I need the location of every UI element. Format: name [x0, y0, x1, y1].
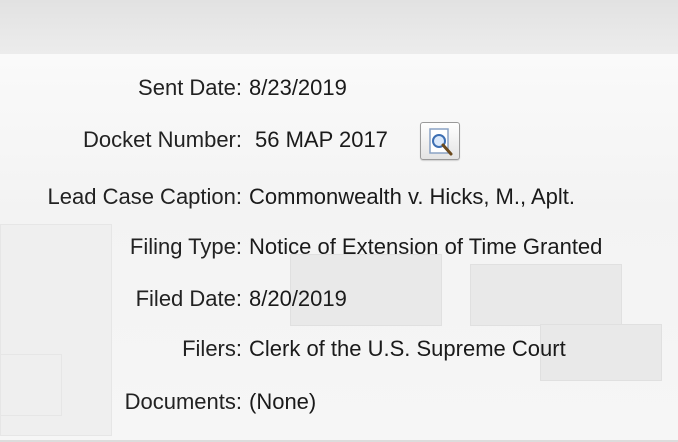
filed-date-label: Filed Date: — [135, 286, 242, 311]
documents-row: Documents: (None) — [0, 387, 678, 417]
lead-case-caption-row: Lead Case Caption: Commonwealth v. Hicks… — [0, 182, 678, 212]
filing-detail-page: Sent Date: 8/23/2019 Docket Number: 56 M… — [0, 0, 678, 442]
filers-row: Filers: Clerk of the U.S. Supreme Court — [0, 334, 678, 364]
docket-number-value: 56 MAP 2017 — [255, 127, 388, 152]
filed-date-value: 8/20/2019 — [249, 286, 347, 311]
sent-date-row: Sent Date: 8/23/2019 — [0, 73, 678, 103]
header-bar — [0, 0, 678, 54]
filing-type-value: Notice of Extension of Time Granted — [249, 234, 603, 259]
docket-lookup-button[interactable] — [420, 122, 460, 160]
magnifier-document-icon — [429, 128, 453, 156]
filing-type-row: Filing Type: Notice of Extension of Time… — [0, 232, 678, 262]
docket-number-row: Docket Number: 56 MAP 2017 — [0, 125, 678, 155]
documents-label: Documents: — [124, 389, 242, 414]
sent-date-value: 8/23/2019 — [249, 75, 347, 100]
lead-case-caption-value: Commonwealth v. Hicks, M., Aplt. — [249, 184, 576, 209]
filed-date-row: Filed Date: 8/20/2019 — [0, 284, 678, 314]
filers-label: Filers: — [182, 336, 242, 361]
filing-type-label: Filing Type: — [129, 234, 242, 259]
lead-case-caption-label: Lead Case Caption: — [47, 184, 242, 209]
documents-value: (None) — [249, 389, 317, 414]
sent-date-label: Sent Date: — [138, 75, 242, 100]
docket-number-label: Docket Number: — [83, 127, 242, 152]
filers-value: Clerk of the U.S. Supreme Court — [249, 336, 566, 361]
